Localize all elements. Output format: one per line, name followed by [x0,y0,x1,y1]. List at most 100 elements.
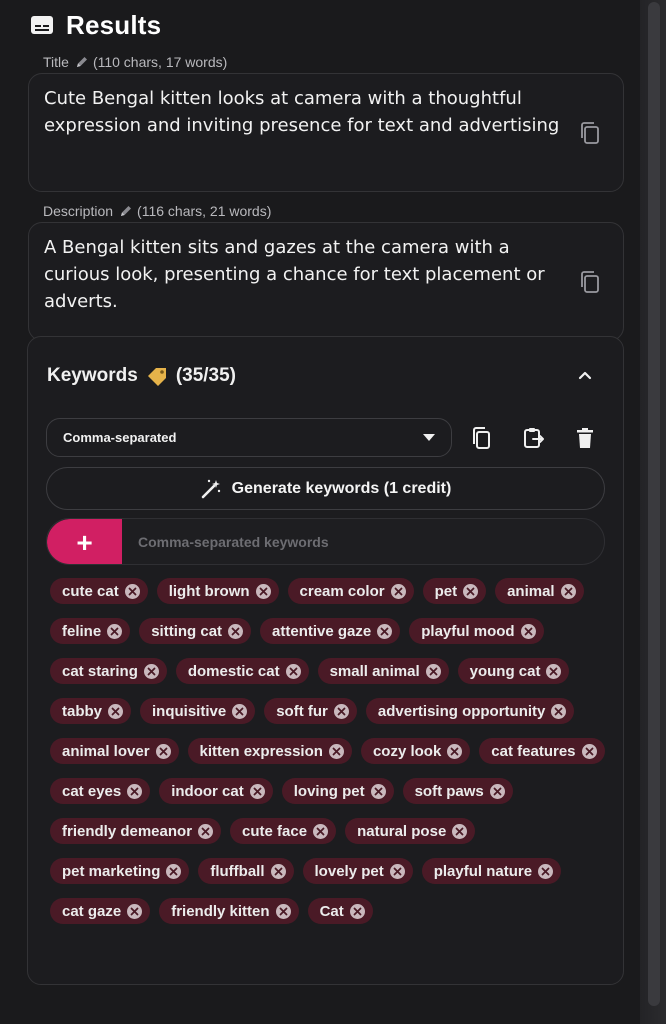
format-select[interactable]: Comma-separated [46,418,452,457]
keyword-chip-label: cat staring [62,662,138,680]
keyword-chip[interactable]: kitten expression [187,738,352,764]
scrollbar-thumb[interactable] [648,2,660,1006]
remove-keyword-icon[interactable] [313,823,329,839]
remove-keyword-icon[interactable] [581,743,597,759]
keyword-chip[interactable]: cute cat [50,578,148,604]
keyword-chip[interactable]: fluffball [198,858,294,884]
keyword-chip[interactable]: inquisitive [140,698,256,724]
remove-keyword-icon[interactable] [270,863,286,879]
keyword-chip[interactable]: indoor cat [159,778,273,804]
scrollbar-track[interactable] [640,0,666,1024]
keyword-chip-label: inquisitive [152,702,227,720]
keyword-chip-label: small animal [329,662,420,680]
remove-keyword-icon[interactable] [546,663,562,679]
remove-keyword-icon[interactable] [390,583,406,599]
remove-keyword-icon[interactable] [425,663,441,679]
keyword-chip[interactable]: light brown [156,578,279,604]
remove-keyword-icon[interactable] [452,823,468,839]
keyword-chip[interactable]: lovely pet [302,858,413,884]
format-select-value: Comma-separated [63,430,177,445]
keyword-chip[interactable]: cute face [230,818,337,844]
keyword-chip-label: advertising opportunity [377,702,546,720]
keyword-chip[interactable]: playful mood [409,618,544,644]
keyword-chip[interactable]: cream color [287,578,414,604]
keyword-chip[interactable]: cozy look [360,738,471,764]
remove-keyword-icon[interactable] [520,623,536,639]
remove-keyword-icon[interactable] [107,623,123,639]
remove-keyword-icon[interactable] [108,703,124,719]
keyword-chip[interactable]: cat eyes [50,778,151,804]
remove-keyword-icon[interactable] [538,863,554,879]
remove-keyword-icon[interactable] [127,783,143,799]
keyword-chip[interactable]: young cat [457,658,570,684]
remove-keyword-icon[interactable] [143,663,159,679]
copy-icon[interactable] [579,121,601,145]
remove-keyword-icon[interactable] [560,583,576,599]
paste-clipboard-icon[interactable] [522,426,546,450]
keyword-chip[interactable]: cat staring [50,658,167,684]
remove-keyword-icon[interactable] [447,743,463,759]
keyword-chip[interactable]: sitting cat [139,618,252,644]
keyword-chip[interactable]: pet [422,578,487,604]
keyword-chip[interactable]: friendly kitten [159,898,299,924]
remove-keyword-icon[interactable] [198,823,214,839]
remove-keyword-icon[interactable] [333,703,349,719]
add-keyword-button[interactable]: + [47,519,122,564]
keyword-chip-label: playful mood [421,622,515,640]
keyword-chip[interactable]: animal [495,578,584,604]
keyword-chip[interactable]: Cat [307,898,373,924]
keyword-chip[interactable]: friendly demeanor [50,818,222,844]
remove-keyword-icon[interactable] [377,623,393,639]
remove-keyword-icon[interactable] [127,903,143,919]
copy-icon[interactable] [579,270,601,294]
remove-keyword-icon[interactable] [275,903,291,919]
keyword-chip[interactable]: loving pet [281,778,394,804]
results-header: Results [28,0,666,50]
chevron-up-icon[interactable] [577,369,593,381]
generate-keywords-button[interactable]: Generate keywords (1 credit) [46,467,605,510]
keyword-chip[interactable]: cat gaze [50,898,151,924]
copy-keywords-icon[interactable] [470,426,494,450]
remove-keyword-icon[interactable] [285,663,301,679]
keyword-chip-label: animal lover [62,742,150,760]
keyword-chip-label: loving pet [293,782,365,800]
keyword-chip[interactable]: natural pose [345,818,476,844]
remove-keyword-icon[interactable] [255,583,271,599]
keyword-chip[interactable]: pet marketing [50,858,190,884]
chevron-down-icon [423,434,435,441]
remove-keyword-icon[interactable] [370,783,386,799]
description-value[interactable]: A Bengal kitten sits and gazes at the ca… [44,234,567,315]
remove-keyword-icon[interactable] [328,743,344,759]
remove-keyword-icon[interactable] [232,703,248,719]
keyword-chip[interactable]: small animal [317,658,449,684]
keyword-chip[interactable]: tabby [50,698,132,724]
trash-icon[interactable] [573,426,597,450]
remove-keyword-icon[interactable] [389,863,405,879]
keyword-chip[interactable]: soft fur [264,698,357,724]
keyword-chip[interactable]: domestic cat [175,658,309,684]
keyword-chip[interactable]: playful nature [421,858,562,884]
remove-keyword-icon[interactable] [551,703,567,719]
keyword-chip[interactable]: soft paws [402,778,513,804]
keyword-chip[interactable]: animal lover [50,738,179,764]
pen-icon [76,57,87,67]
keyword-chip[interactable]: advertising opportunity [365,698,575,724]
title-value[interactable]: Cute Bengal kitten looks at camera with … [44,85,567,139]
keywords-input[interactable] [122,519,604,564]
remove-keyword-icon[interactable] [349,903,365,919]
keyword-chip-label: cozy look [372,742,442,760]
remove-keyword-icon[interactable] [124,583,140,599]
keyword-chip[interactable]: cat features [479,738,605,764]
keyword-chip-label: friendly kitten [171,902,270,920]
keywords-header: Keywords (35/35) [47,365,236,387]
keyword-chip[interactable]: feline [50,618,131,644]
remove-keyword-icon[interactable] [463,583,479,599]
keyword-chip[interactable]: attentive gaze [260,618,401,644]
remove-keyword-icon[interactable] [166,863,182,879]
remove-keyword-icon[interactable] [489,783,505,799]
remove-keyword-icon[interactable] [155,743,171,759]
remove-keyword-icon[interactable] [228,623,244,639]
description-field[interactable]: A Bengal kitten sits and gazes at the ca… [28,222,624,341]
remove-keyword-icon[interactable] [249,783,265,799]
title-field[interactable]: Cute Bengal kitten looks at camera with … [28,73,624,192]
